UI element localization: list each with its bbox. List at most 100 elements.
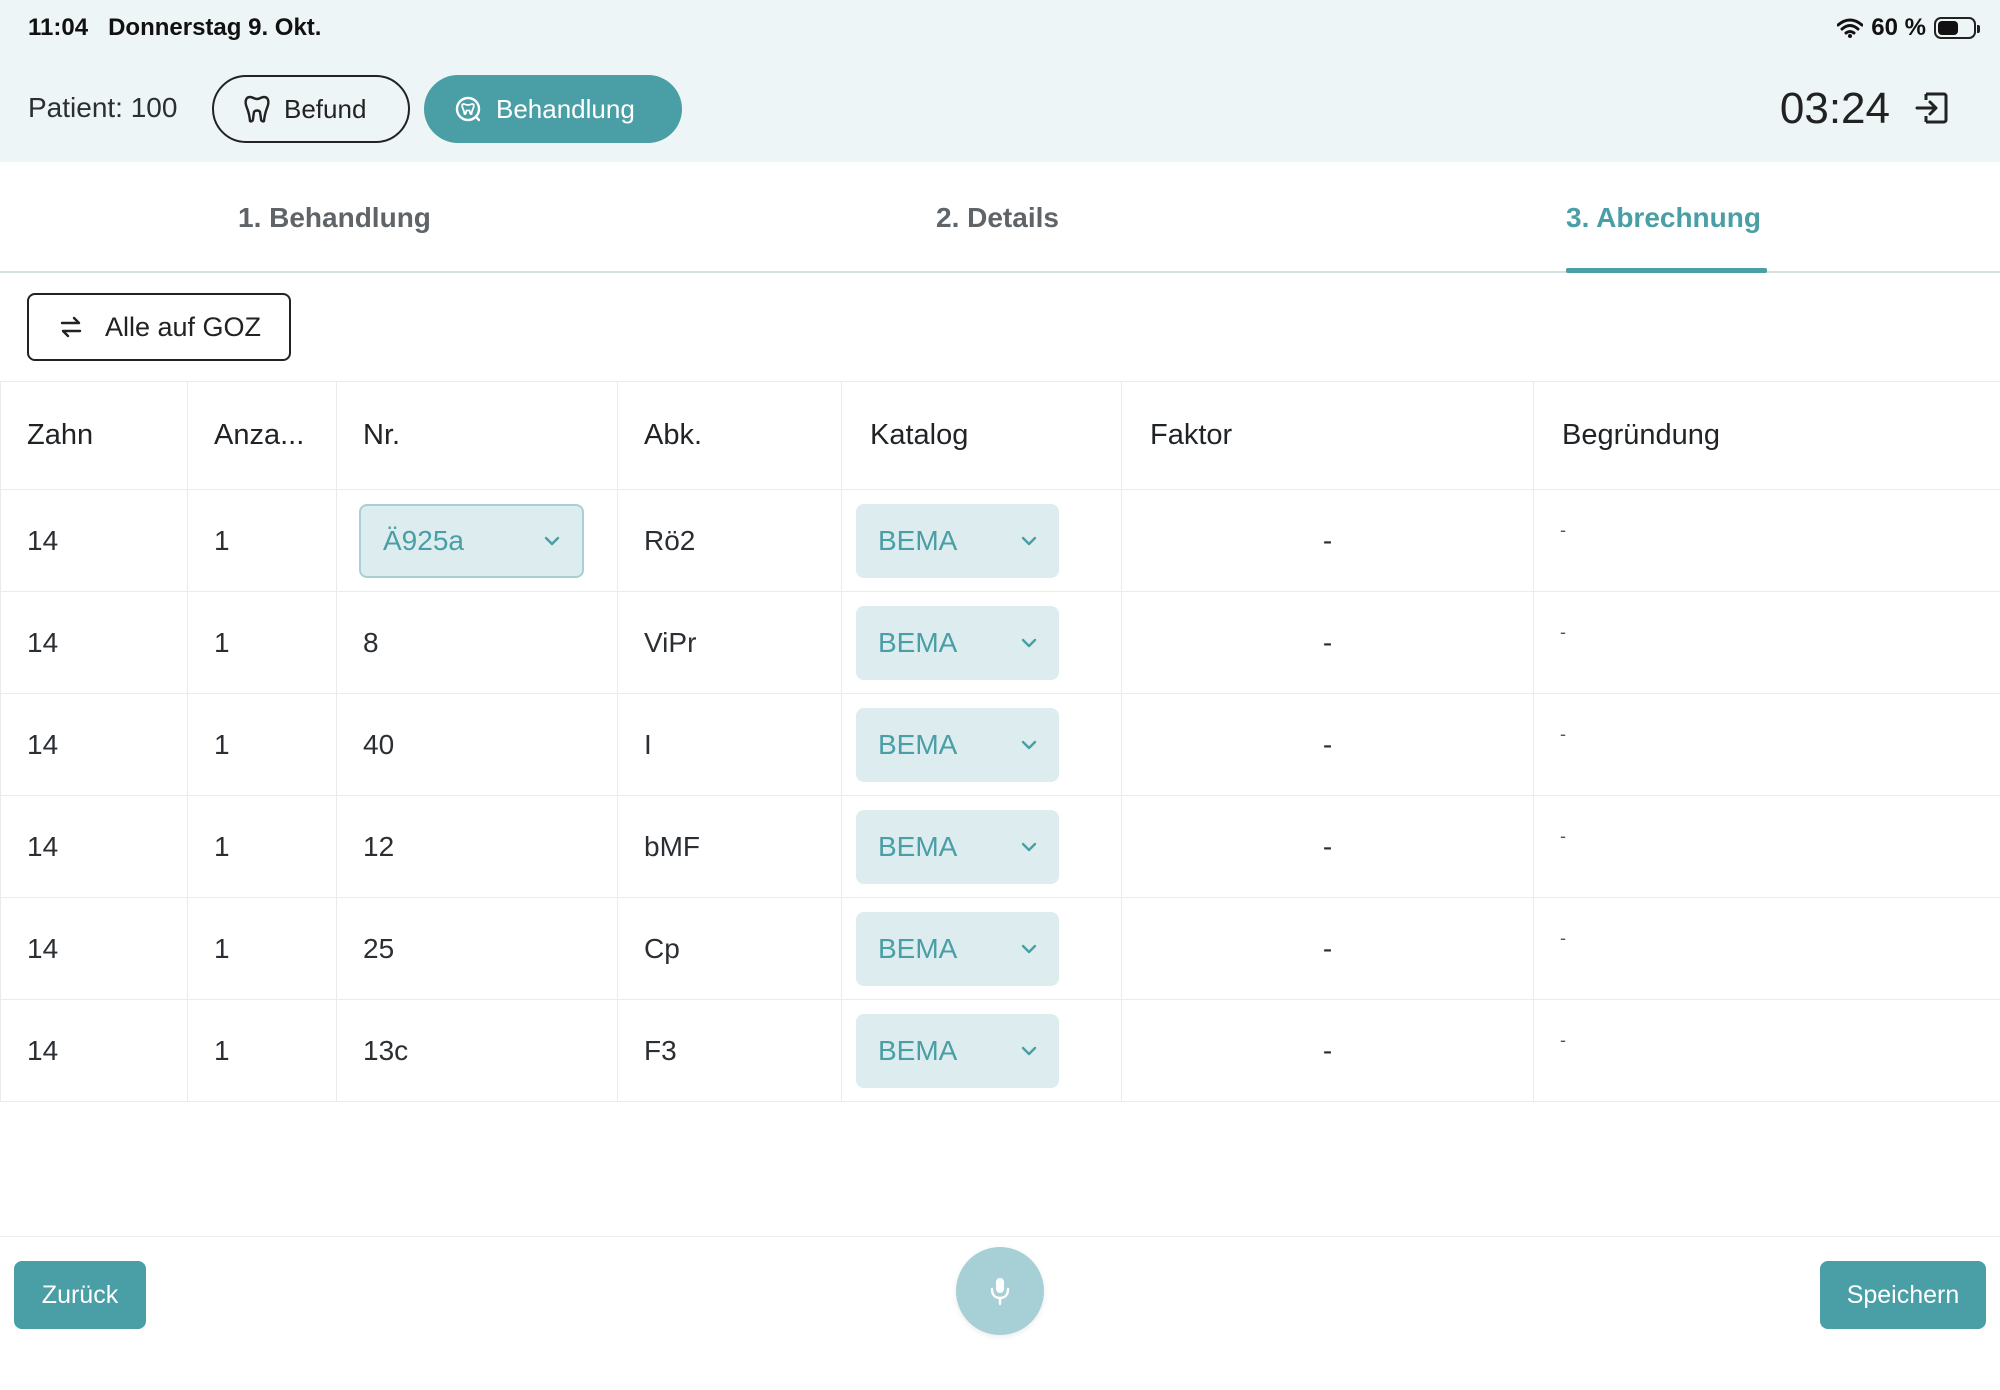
zahn-cell: 14 [0,796,187,897]
befund-label: Befund [284,93,367,124]
katalog-select[interactable]: BEMA [856,809,1059,884]
katalog-select[interactable]: BEMA [856,503,1059,578]
nr-cell: Ä925a [336,490,617,591]
katalog-value: BEMA [878,1034,958,1066]
microphone-icon [990,1278,1010,1306]
nr-cell: 25 [336,898,617,999]
table-row: 14 1 8 ViPr BEMA - - [0,592,2000,694]
patient-label: Patient: 100 [28,92,178,123]
exit-icon[interactable] [1914,90,1950,126]
step-tabs: 1. Behandlung 2. Details 3. Abrechnung [0,162,2000,273]
col-header-zahn: Zahn [0,382,187,489]
katalog-value: BEMA [878,524,958,556]
tab-abrechnung[interactable]: 3. Abrechnung [1566,202,1761,234]
chevron-down-icon [1021,536,1037,545]
faktor-cell[interactable]: - [1121,796,1533,897]
katalog-cell: BEMA [841,592,1121,693]
battery-percent: 60 % [1871,14,1926,41]
anzahl-cell: 1 [187,898,336,999]
status-bar-right: 60 % [1837,14,1980,42]
katalog-value: BEMA [878,830,958,862]
faktor-cell[interactable]: - [1121,592,1533,693]
abk-cell: I [617,694,841,795]
behandlung-button[interactable]: Behandlung [424,75,682,143]
katalog-value: BEMA [878,728,958,760]
faktor-cell[interactable]: - [1121,490,1533,591]
katalog-cell: BEMA [841,490,1121,591]
footer-bar: Zurück Speichern [0,1236,2000,1390]
nr-cell: 13c [336,1000,617,1101]
begruendung-cell[interactable]: - [1533,796,2000,897]
nr-cell: 12 [336,796,617,897]
session-timer: 03:24 [1779,84,1890,133]
chevron-down-icon [1021,1046,1037,1055]
begruendung-cell[interactable]: - [1533,694,2000,795]
battery-icon [1934,17,1980,39]
col-header-abk: Abk. [617,382,841,489]
begruendung-cell[interactable]: - [1533,1000,2000,1101]
anzahl-cell: 1 [187,1000,336,1101]
zahn-cell: 14 [0,694,187,795]
begruendung-cell[interactable]: - [1533,490,2000,591]
chevron-down-icon [1021,842,1037,851]
begruendung-cell[interactable]: - [1533,592,2000,693]
active-tab-indicator [1566,268,1767,273]
katalog-value: BEMA [878,626,958,658]
back-button[interactable]: Zurück [14,1261,146,1329]
katalog-select[interactable]: BEMA [856,911,1059,986]
begruendung-cell[interactable]: - [1533,898,2000,999]
abk-cell: F3 [617,1000,841,1101]
tab-behandlung[interactable]: 1. Behandlung [238,202,431,234]
nr-value: Ä925a [383,524,464,556]
behandlung-label: Behandlung [496,93,635,124]
wifi-icon [1837,18,1864,38]
zahn-cell: 14 [0,1000,187,1101]
status-date: Donnerstag 9. Okt. [108,14,322,41]
chevron-down-icon [1021,740,1037,749]
billing-table: Zahn Anza... Nr. Abk. Katalog Faktor Beg… [0,381,2000,1102]
anzahl-cell: 1 [187,592,336,693]
chevron-down-icon [1021,944,1037,953]
battery-fill [1938,21,1959,35]
katalog-select[interactable]: BEMA [856,707,1059,782]
katalog-cell: BEMA [841,898,1121,999]
befund-button[interactable]: Befund [212,75,410,143]
zahn-cell: 14 [0,490,187,591]
chevron-down-icon [544,536,560,545]
katalog-cell: BEMA [841,796,1121,897]
katalog-select[interactable]: BEMA [856,1013,1059,1088]
status-bar-time: 11:04 Donnerstag 9. Okt. [28,14,321,42]
katalog-cell: BEMA [841,694,1121,795]
abk-cell: bMF [617,796,841,897]
katalog-cell: BEMA [841,1000,1121,1101]
microphone-button[interactable] [956,1247,1044,1335]
tooth-icon [244,95,270,123]
header: 11:04 Donnerstag 9. Okt. 60 % Patient: 1… [0,0,2000,162]
katalog-value: BEMA [878,932,958,964]
tooth-circle-icon [455,96,481,122]
chevron-down-icon [1021,638,1037,647]
col-header-anzahl: Anza... [187,382,336,489]
abk-cell: Rö2 [617,490,841,591]
table-row: 14 1 40 I BEMA - - [0,694,2000,796]
zahn-cell: 14 [0,898,187,999]
faktor-cell[interactable]: - [1121,1000,1533,1101]
save-button[interactable]: Speichern [1820,1261,1986,1329]
faktor-cell[interactable]: - [1121,694,1533,795]
table-row: 14 1 13c F3 BEMA - - [0,1000,2000,1102]
abk-cell: ViPr [617,592,841,693]
anzahl-cell: 1 [187,796,336,897]
nr-select[interactable]: Ä925a [359,503,584,578]
katalog-select[interactable]: BEMA [856,605,1059,680]
abk-cell: Cp [617,898,841,999]
tab-details[interactable]: 2. Details [936,202,1059,234]
alle-auf-goz-button[interactable]: Alle auf GOZ [27,293,291,361]
faktor-cell[interactable]: - [1121,898,1533,999]
nr-cell: 40 [336,694,617,795]
alle-auf-goz-label: Alle auf GOZ [105,311,262,342]
anzahl-cell: 1 [187,694,336,795]
table-row: 14 1 Ä925a Rö2 BEMA - - [0,490,2000,592]
table-header-row: Zahn Anza... Nr. Abk. Katalog Faktor Beg… [0,381,2000,490]
nr-cell: 8 [336,592,617,693]
col-header-katalog: Katalog [841,382,1121,489]
